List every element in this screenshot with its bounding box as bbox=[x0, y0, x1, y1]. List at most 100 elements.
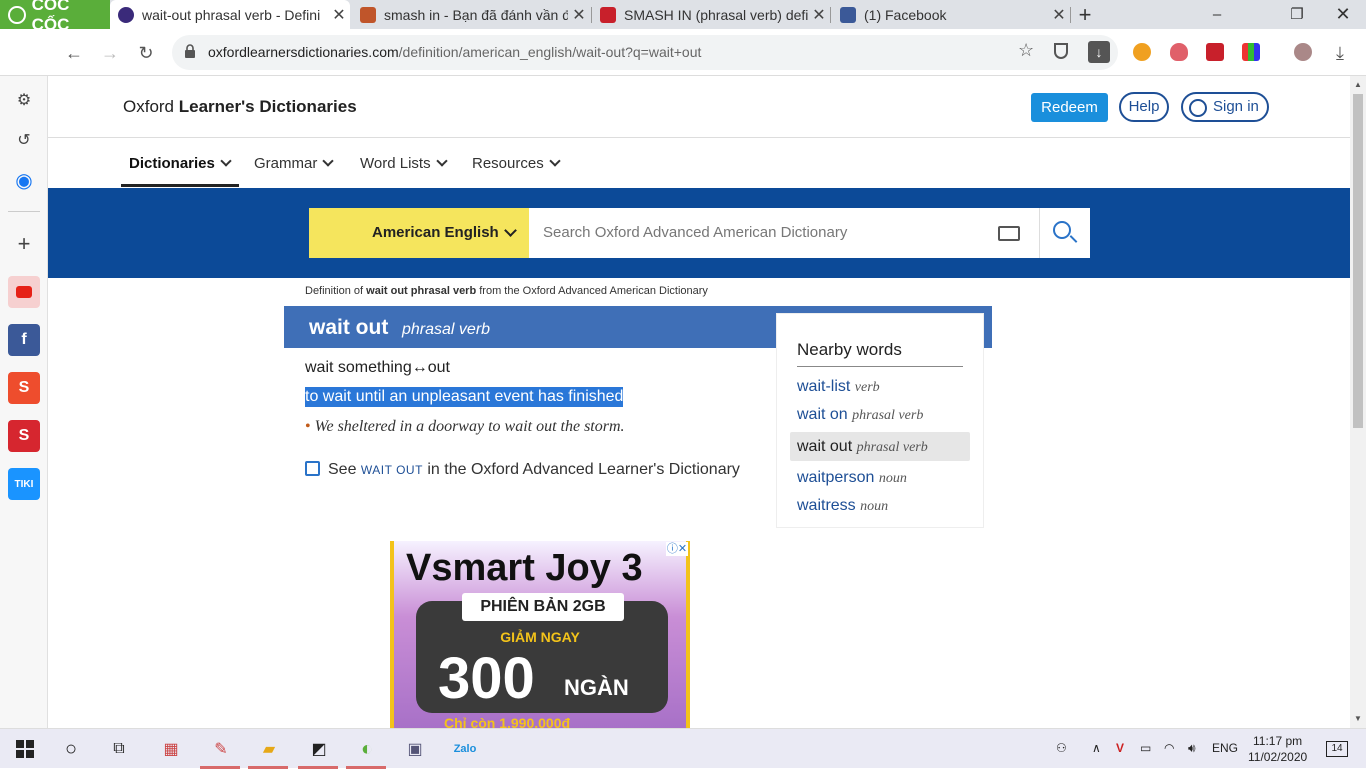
restore-icon[interactable]: ❐ bbox=[1274, 0, 1320, 29]
nearby-words-title: Nearby words bbox=[797, 340, 902, 359]
extension-adblock-icon[interactable] bbox=[1170, 43, 1188, 61]
volume-icon[interactable]: 🔊︎ bbox=[1188, 741, 1196, 756]
extension-red-icon[interactable] bbox=[1206, 43, 1224, 61]
settings-gear-icon[interactable]: ⚙ bbox=[8, 84, 40, 116]
ad-unit: NGÀN bbox=[564, 675, 629, 700]
sendo-icon[interactable]: S bbox=[8, 420, 40, 452]
tray-expand-icon[interactable]: ∧ bbox=[1092, 741, 1101, 755]
tab-separator bbox=[830, 7, 831, 23]
header-divider bbox=[48, 137, 1350, 138]
close-tab-icon[interactable]: ✕ bbox=[328, 5, 350, 25]
coccoc-taskbar-icon[interactable]: ◐ bbox=[352, 735, 382, 763]
nav-dictionaries[interactable]: Dictionaries bbox=[129, 155, 232, 172]
close-window-icon[interactable]: ✕ bbox=[1320, 0, 1366, 29]
tab-title: SMASH IN (phrasal verb) defi bbox=[624, 6, 808, 23]
nearby-word-item[interactable]: wait on phrasal verb bbox=[797, 406, 923, 424]
reload-icon[interactable]: ↻ bbox=[132, 39, 160, 67]
address-bar[interactable]: oxfordlearnersdictionaries.com/definitio… bbox=[172, 35, 1118, 70]
history-icon[interactable]: ↺ bbox=[8, 124, 40, 156]
taskbar-app-icon[interactable]: ▦ bbox=[156, 735, 186, 763]
windows-start-icon[interactable] bbox=[10, 735, 40, 763]
notification-center-icon[interactable]: 14 bbox=[1326, 741, 1348, 757]
tab-title: wait-out phrasal verb - Defini bbox=[142, 6, 321, 23]
nav-grammar[interactable]: Grammar bbox=[254, 155, 335, 172]
tab-wait-out[interactable]: wait-out phrasal verb - Defini ✕ bbox=[110, 0, 350, 29]
ad-version-label: PHIÊN BẢN 2GB bbox=[462, 593, 624, 621]
new-tab-button[interactable]: + bbox=[1062, 0, 1108, 29]
see-also-headword[interactable]: WAIT OUT bbox=[361, 463, 423, 477]
close-tab-icon[interactable]: ✕ bbox=[808, 5, 830, 25]
language-indicator[interactable]: ENG bbox=[1212, 741, 1238, 755]
facebook-favicon-icon bbox=[840, 6, 856, 23]
chevron-down-icon bbox=[220, 155, 232, 167]
wifi-icon[interactable]: ◠ bbox=[1164, 741, 1174, 755]
taskbar-app-icon[interactable]: ▣ bbox=[400, 735, 430, 763]
dictionary-select[interactable]: American English bbox=[309, 208, 529, 258]
coccoc-menu-button[interactable]: CỐC CỐC bbox=[0, 0, 110, 34]
tab-facebook[interactable]: (1) Facebook ✕ bbox=[832, 0, 1070, 29]
nearby-word-current[interactable]: wait out phrasal verb bbox=[790, 432, 970, 461]
scroll-down-icon[interactable]: ▼ bbox=[1354, 714, 1362, 723]
page-scrollbar[interactable]: ▲ ▼ bbox=[1350, 76, 1366, 728]
sign-in-button[interactable]: Sign in bbox=[1181, 92, 1269, 122]
clock[interactable]: 11:17 pm 11/02/2020 bbox=[1248, 733, 1307, 765]
bookmark-star-icon[interactable]: ☆ bbox=[1018, 40, 1034, 61]
nearby-divider bbox=[797, 366, 963, 367]
tab-smash-in-spelling[interactable]: smash in - Bạn đã đánh vần đ ✕ bbox=[352, 0, 590, 29]
nav-active-underline bbox=[121, 184, 239, 187]
search-icon-handle bbox=[1069, 235, 1078, 243]
cortana-search-icon[interactable]: ○ bbox=[56, 735, 86, 763]
clock-time: 11:17 pm bbox=[1253, 734, 1303, 748]
back-icon[interactable]: ← bbox=[60, 39, 88, 67]
shopee-icon[interactable]: S bbox=[8, 372, 40, 404]
zalo-icon[interactable]: Zalo bbox=[450, 735, 480, 763]
file-explorer-icon[interactable]: ▰ bbox=[254, 735, 284, 763]
search-input[interactable]: Search Oxford Advanced American Dictiona… bbox=[529, 208, 1039, 258]
nearby-word-item[interactable]: waitperson noun bbox=[797, 469, 907, 487]
youtube-icon[interactable] bbox=[8, 276, 40, 308]
keyboard-icon[interactable] bbox=[998, 226, 1020, 241]
scrollbar-thumb[interactable] bbox=[1353, 94, 1363, 428]
nearby-word-item[interactable]: waitress noun bbox=[797, 497, 888, 515]
site-title[interactable]: Oxford Learner's Dictionaries bbox=[123, 97, 357, 117]
forward-icon[interactable]: → bbox=[96, 39, 124, 67]
user-icon bbox=[1189, 99, 1207, 117]
ad-amount: 300 bbox=[438, 646, 535, 711]
search-icon bbox=[1053, 221, 1071, 239]
extension-color-icon[interactable] bbox=[1242, 43, 1260, 61]
downloads-icon[interactable]: ⤓ bbox=[1326, 39, 1354, 67]
nav-word-lists[interactable]: Word Lists bbox=[360, 155, 448, 172]
tray-app-icon[interactable]: V bbox=[1116, 741, 1124, 755]
messenger-icon[interactable]: ◉ bbox=[8, 164, 40, 196]
task-view-icon[interactable]: ⧉ bbox=[104, 735, 134, 763]
advertisement-banner[interactable]: Vsmart Joy 3 PHIÊN BẢN 2GB GIẢM NGAY 300… bbox=[390, 541, 690, 728]
help-button[interactable]: Help bbox=[1119, 92, 1169, 122]
battery-icon[interactable]: ▭ bbox=[1140, 741, 1151, 755]
clock-date: 11/02/2020 bbox=[1248, 750, 1308, 764]
people-icon[interactable]: ⚇ bbox=[1056, 741, 1067, 755]
see-also-link[interactable]: See WAIT OUT in the Oxford Advanced Lear… bbox=[305, 461, 740, 479]
taskbar-paint-icon[interactable]: ✎ bbox=[206, 735, 236, 763]
coccoc-logo-icon bbox=[8, 5, 26, 24]
shield-icon[interactable] bbox=[1054, 43, 1068, 59]
profile-avatar[interactable] bbox=[1294, 43, 1312, 61]
tab-smash-in-definition[interactable]: SMASH IN (phrasal verb) defi ✕ bbox=[592, 0, 830, 29]
download-page-icon[interactable]: ↓ bbox=[1088, 41, 1110, 63]
headword: wait out bbox=[309, 316, 389, 339]
facebook-icon[interactable]: f bbox=[8, 324, 40, 356]
nav-resources[interactable]: Resources bbox=[472, 155, 561, 172]
minimize-icon[interactable]: – bbox=[1194, 0, 1240, 29]
redeem-button[interactable]: Redeem bbox=[1031, 93, 1108, 122]
ad-close-icon[interactable]: ⓘ✕ bbox=[666, 542, 688, 556]
ad-headline: Vsmart Joy 3 bbox=[406, 547, 643, 589]
scroll-up-icon[interactable]: ▲ bbox=[1354, 80, 1362, 89]
extension-coccoc-icon[interactable] bbox=[1133, 43, 1151, 61]
nearby-word-item[interactable]: wait-list verb bbox=[797, 378, 880, 396]
close-tab-icon[interactable]: ✕ bbox=[568, 5, 590, 25]
taskbar-notes-icon[interactable]: ◩ bbox=[304, 735, 334, 763]
ad-discount-label: GIẢM NGAY bbox=[500, 629, 580, 645]
tiki-icon[interactable]: TIKI bbox=[8, 468, 40, 500]
add-sidebar-item-icon[interactable]: + bbox=[8, 228, 40, 260]
search-button[interactable] bbox=[1039, 208, 1090, 258]
cambridge-favicon-icon bbox=[360, 6, 376, 23]
